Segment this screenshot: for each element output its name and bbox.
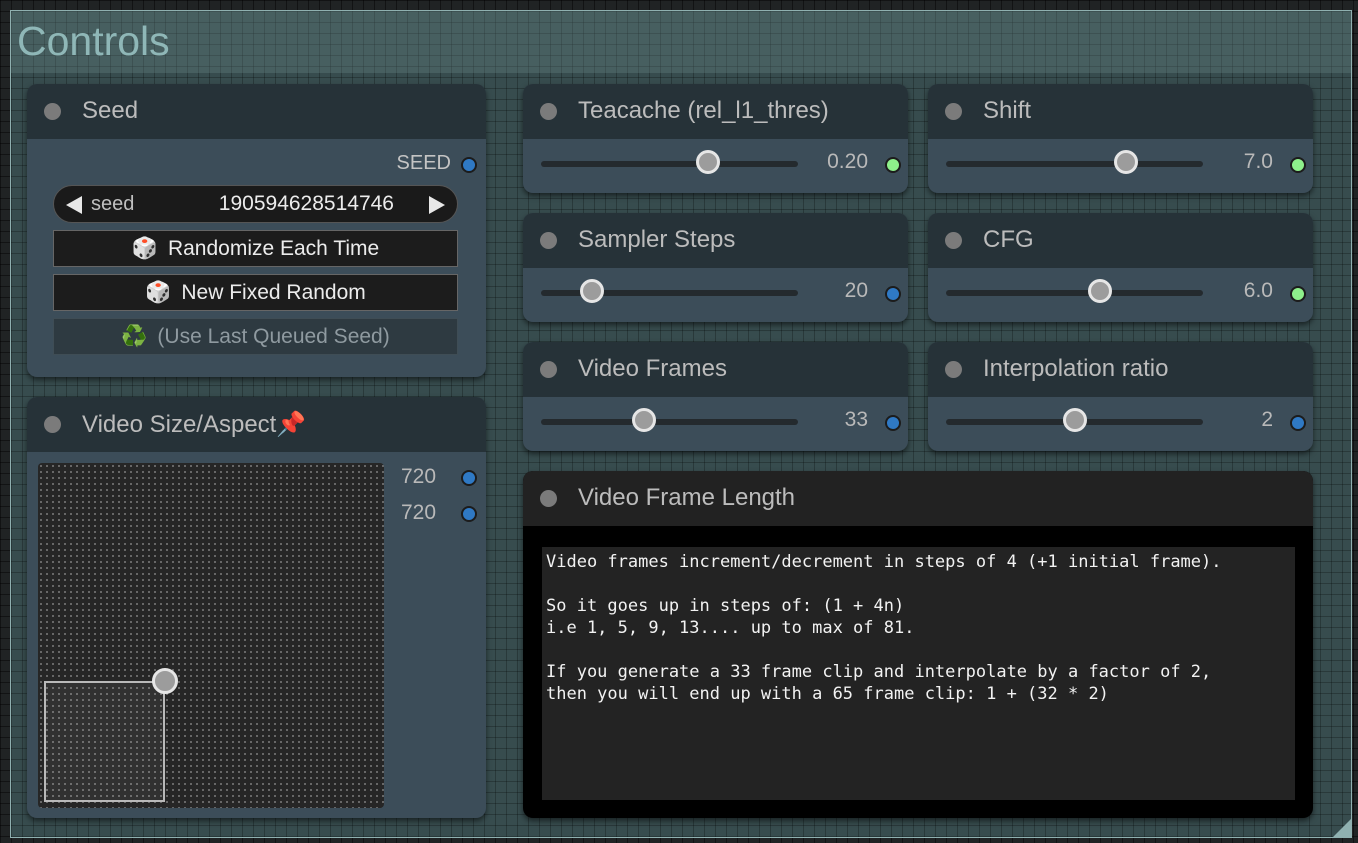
group-resize-handle[interactable] <box>1333 819 1351 837</box>
button-label: Randomize Each Time <box>167 237 380 260</box>
output-socket[interactable] <box>1290 286 1306 302</box>
sampler-steps-slider[interactable] <box>541 279 798 303</box>
node-title: Video Frame Length <box>578 484 796 511</box>
cfg-node-header[interactable]: CFG <box>928 213 1313 268</box>
slider-value: 7.0 <box>1243 150 1273 173</box>
collapse-dot-icon[interactable] <box>44 416 61 433</box>
teacache-slider[interactable] <box>541 150 798 174</box>
collapse-dot-icon[interactable] <box>44 103 61 120</box>
size-drag-handle[interactable] <box>152 668 178 694</box>
node-title: Seed <box>82 97 139 124</box>
aspect-canvas[interactable] <box>38 463 384 808</box>
slider-value: 6.0 <box>1243 279 1273 302</box>
shift-slider[interactable] <box>946 150 1203 174</box>
interpolation-ratio-slider[interactable] <box>946 408 1203 432</box>
height-output-socket[interactable] <box>461 506 477 522</box>
video-frames-node[interactable]: Video Frames 33 <box>523 342 908 451</box>
width-output-socket[interactable] <box>461 470 477 486</box>
note-text[interactable]: Video frames increment/decrement in step… <box>542 547 1295 709</box>
dice-icon: 🎲 <box>145 281 172 304</box>
recycle-icon: ♻️ <box>121 325 148 348</box>
use-last-queued-seed-button[interactable]: ♻️ (Use Last Queued Seed) <box>53 318 458 355</box>
collapse-dot-icon[interactable] <box>945 232 962 249</box>
interpolation-ratio-node[interactable]: Interpolation ratio 2 <box>928 342 1313 451</box>
cfg-node[interactable]: CFG 6.0 <box>928 213 1313 322</box>
output-socket[interactable] <box>885 157 901 173</box>
decrement-arrow-icon[interactable] <box>66 196 82 214</box>
video-frames-slider[interactable] <box>541 408 798 432</box>
seed-node[interactable]: Seed SEED seed 190594628514746 🎲 Randomiz… <box>27 84 486 377</box>
slider-thumb[interactable] <box>1062 408 1087 432</box>
node-title: CFG <box>983 226 1034 253</box>
slider-value: 2 <box>1261 408 1273 431</box>
output-socket[interactable] <box>1290 157 1306 173</box>
slider-value: 20 <box>844 279 868 302</box>
new-fixed-random-button[interactable]: 🎲 New Fixed Random <box>53 274 458 311</box>
video-frames-node-header[interactable]: Video Frames <box>523 342 908 397</box>
randomize-each-time-button[interactable]: 🎲 Randomize Each Time <box>53 230 458 267</box>
interpolation-ratio-node-header[interactable]: Interpolation ratio <box>928 342 1313 397</box>
teacache-node-header[interactable]: Teacache (rel_l1_thres) <box>523 84 908 139</box>
height-output-label: 720 <box>401 501 437 524</box>
slider-thumb[interactable] <box>580 279 605 303</box>
collapse-dot-icon[interactable] <box>540 361 557 378</box>
output-socket[interactable] <box>1290 415 1306 431</box>
node-title: Interpolation ratio <box>983 355 1169 382</box>
note-node-header[interactable]: Video Frame Length <box>523 471 1313 526</box>
slider-thumb[interactable] <box>1088 279 1113 303</box>
node-title: Video Frames <box>578 355 727 382</box>
button-label: (Use Last Queued Seed) <box>157 325 390 348</box>
seed-number-widget[interactable]: seed 190594628514746 <box>53 185 458 223</box>
collapse-dot-icon[interactable] <box>540 232 557 249</box>
slider-thumb[interactable] <box>696 150 721 174</box>
video-size-node[interactable]: Video Size/Aspect📌 720 720 <box>27 397 486 818</box>
size-rectangle[interactable] <box>44 681 165 802</box>
slider-value: 0.20 <box>827 150 868 173</box>
seed-widget-value[interactable]: 190594628514746 <box>219 192 394 216</box>
collapse-dot-icon[interactable] <box>945 361 962 378</box>
node-title: Teacache (rel_l1_thres) <box>578 97 829 124</box>
collapse-dot-icon[interactable] <box>540 103 557 120</box>
slider-thumb[interactable] <box>631 408 656 432</box>
output-socket[interactable] <box>885 415 901 431</box>
output-socket[interactable] <box>885 286 901 302</box>
increment-arrow-icon[interactable] <box>429 196 445 214</box>
seed-output-socket[interactable] <box>461 157 477 173</box>
node-title: Video Size/Aspect📌 <box>82 411 307 438</box>
note-textarea[interactable]: Video frames increment/decrement in step… <box>542 547 1295 800</box>
group-header[interactable]: Controls <box>11 11 1351 73</box>
video-frame-length-note[interactable]: Video Frame Length Video frames incremen… <box>523 471 1313 818</box>
shift-node-header[interactable]: Shift <box>928 84 1313 139</box>
shift-node[interactable]: Shift 7.0 <box>928 84 1313 193</box>
seed-node-header[interactable]: Seed <box>27 84 486 139</box>
cfg-slider[interactable] <box>946 279 1203 303</box>
node-title: Shift <box>983 97 1032 124</box>
seed-output-label: SEED <box>396 152 451 174</box>
dice-icon: 🎲 <box>131 237 158 260</box>
slider-thumb[interactable] <box>1113 150 1138 174</box>
collapse-dot-icon[interactable] <box>540 490 557 507</box>
node-title: Sampler Steps <box>578 226 736 253</box>
seed-widget-name: seed <box>91 193 135 215</box>
teacache-node[interactable]: Teacache (rel_l1_thres) 0.20 <box>523 84 908 193</box>
sampler-steps-node-header[interactable]: Sampler Steps <box>523 213 908 268</box>
collapse-dot-icon[interactable] <box>945 103 962 120</box>
video-size-node-header[interactable]: Video Size/Aspect📌 <box>27 397 486 452</box>
group-title: Controls <box>17 18 170 64</box>
slider-value: 33 <box>844 408 868 431</box>
width-output-label: 720 <box>401 465 437 488</box>
sampler-steps-node[interactable]: Sampler Steps 20 <box>523 213 908 322</box>
button-label: New Fixed Random <box>181 281 366 304</box>
